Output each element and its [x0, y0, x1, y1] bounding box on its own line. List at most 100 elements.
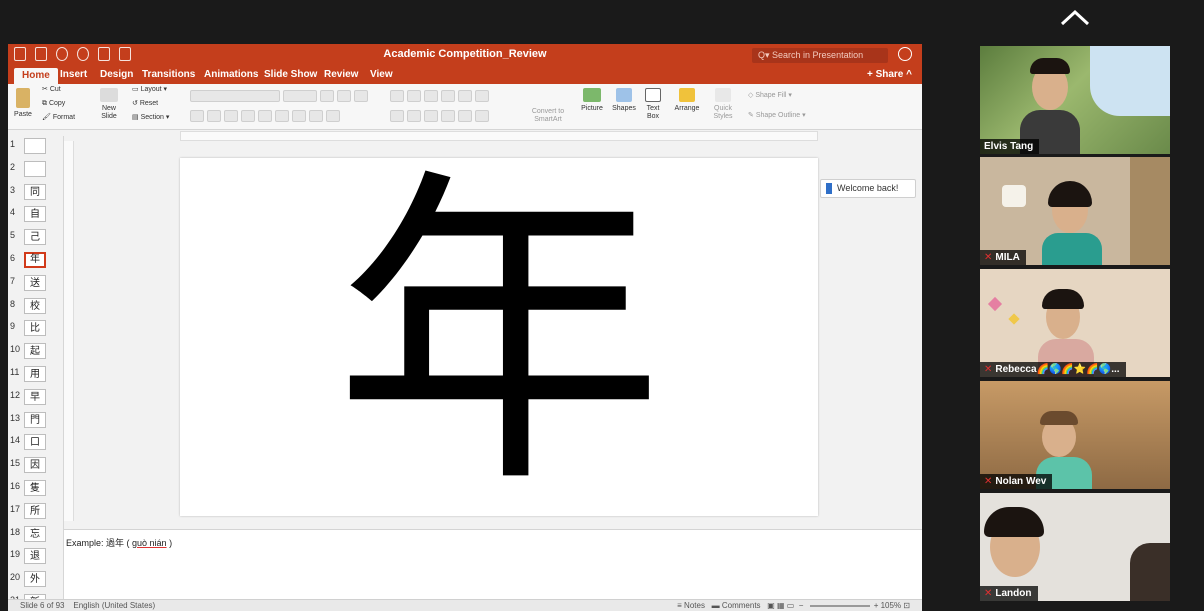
picture-button[interactable]: Picture: [578, 88, 606, 113]
font-color-icon[interactable]: [326, 110, 340, 122]
indent-increase-icon[interactable]: [441, 90, 455, 102]
align-text-icon[interactable]: [475, 110, 489, 122]
convert-smartart-button[interactable]: Convert to SmartArt: [528, 108, 568, 124]
tab-slide-show[interactable]: Slide Show: [264, 69, 317, 80]
slide-number: 12: [10, 389, 21, 400]
slide-thumbnail[interactable]: 2: [8, 159, 64, 181]
slide-thumbnail-character: [24, 160, 46, 177]
paste-button[interactable]: Paste: [12, 88, 34, 119]
slide-thumbnail-character: 忘: [24, 525, 46, 542]
share-button[interactable]: + Share ^: [867, 69, 912, 80]
cut-button[interactable]: ✂ Cut: [42, 86, 61, 94]
slide-thumbnail[interactable]: 20 外: [8, 569, 64, 591]
text-box-label: Text Box: [646, 105, 660, 120]
justify-icon[interactable]: [441, 110, 455, 122]
subscript-icon[interactable]: [275, 110, 289, 122]
zoom-slider[interactable]: [809, 604, 870, 607]
format-painter-button[interactable]: 🖌 Format: [42, 114, 75, 122]
slide-thumbnail[interactable]: 15 因: [8, 455, 64, 477]
tab-transitions[interactable]: Transitions: [142, 69, 195, 80]
increase-font-icon[interactable]: [320, 90, 334, 102]
slide-thumbnail[interactable]: 8校: [8, 296, 64, 318]
smiley-feedback-icon[interactable]: [898, 47, 912, 61]
video-panel-4[interactable]: ✕ Nolan Wev: [980, 381, 1170, 489]
columns-icon[interactable]: [475, 90, 489, 102]
font-name-select[interactable]: [190, 90, 280, 102]
slide-thumbnail[interactable]: 16 隻: [8, 478, 64, 500]
slide-thumbnail-character: 外: [24, 571, 46, 588]
new-slide-button[interactable]: New Slide: [96, 88, 122, 121]
comments-toggle-button[interactable]: ▬ Comments: [712, 601, 761, 610]
video-panel-1[interactable]: Elvis Tang: [980, 46, 1170, 154]
superscript-icon[interactable]: [258, 110, 272, 122]
shape-outline-button[interactable]: ✎ Shape Outline ▾: [748, 112, 806, 120]
shape-fill-button[interactable]: ◇ Shape Fill ▾: [748, 92, 792, 100]
quick-styles-label: Quick Styles: [713, 105, 733, 120]
slide-thumbnail[interactable]: 13 門: [8, 410, 64, 432]
slide-thumbnail[interactable]: 18 忘: [8, 524, 64, 546]
bullets-icon[interactable]: [390, 90, 404, 102]
slide-character[interactable]: 年: [180, 160, 818, 510]
slide-thumbnail[interactable]: 1: [8, 136, 64, 158]
underline-icon[interactable]: [224, 110, 238, 122]
tab-review[interactable]: Review: [324, 69, 358, 80]
change-case-icon[interactable]: [309, 110, 323, 122]
strikethrough-icon[interactable]: [241, 110, 255, 122]
text-box-button[interactable]: Text Box: [642, 88, 664, 121]
text-direction-icon[interactable]: [458, 110, 472, 122]
slide-thumbnail[interactable]: 7送: [8, 273, 64, 295]
participant-name-label: Rebecca🌈🌎🌈⭐🌈🌎...: [995, 364, 1120, 375]
slide-thumbnail[interactable]: 11 用: [8, 364, 64, 386]
shape-outline-label: Shape Outline: [755, 112, 801, 119]
slide-thumbnail[interactable]: 19 退: [8, 546, 64, 568]
slide-thumbnail-character: 起: [24, 343, 46, 360]
welcome-back-bookmark[interactable]: Welcome back!: [820, 179, 916, 198]
search-input[interactable]: Q▾ Search in Presentation: [752, 48, 888, 63]
participant-name: ✕ MILA: [980, 250, 1026, 265]
align-center-icon[interactable]: [407, 110, 421, 122]
notes-pane[interactable]: Example: 過年 ( guò nián ): [64, 529, 922, 599]
slide-thumbnail[interactable]: 6年: [8, 250, 64, 272]
alignment-controls: [390, 110, 489, 122]
tab-design[interactable]: Design: [100, 69, 133, 80]
video-panel-2[interactable]: ✕ MILA: [980, 157, 1170, 265]
collapse-caret-icon[interactable]: [1058, 6, 1092, 28]
tab-view[interactable]: View: [370, 69, 393, 80]
tab-animations[interactable]: Animations: [204, 69, 258, 80]
video-panel-5[interactable]: ✕ Landon: [980, 493, 1170, 601]
quick-styles-button[interactable]: Quick Styles: [708, 88, 738, 121]
tab-insert[interactable]: Insert: [60, 69, 87, 80]
slide-thumbnail[interactable]: 14 口: [8, 432, 64, 454]
line-spacing-icon[interactable]: [458, 90, 472, 102]
align-left-icon[interactable]: [390, 110, 404, 122]
slide-thumbnail[interactable]: 9比: [8, 318, 64, 340]
current-slide[interactable]: 年: [180, 158, 818, 516]
participant-name-label: Nolan Wev: [995, 476, 1047, 487]
slide-thumbnail-character: 己: [24, 229, 46, 246]
section-button[interactable]: ▤ Section ▾: [132, 114, 169, 122]
shapes-button[interactable]: Shapes: [610, 88, 638, 113]
slide-thumbnail[interactable]: 12 早: [8, 387, 64, 409]
copy-button[interactable]: ⧉ Copy: [42, 100, 65, 108]
font-size-select[interactable]: [283, 90, 317, 102]
clear-format-icon[interactable]: [354, 90, 368, 102]
italic-icon[interactable]: [207, 110, 221, 122]
tab-home[interactable]: Home: [14, 68, 58, 84]
slide-thumbnail[interactable]: 17 所: [8, 501, 64, 523]
notes-toggle-button[interactable]: ≡ Notes: [677, 601, 705, 610]
char-spacing-icon[interactable]: [292, 110, 306, 122]
reset-button[interactable]: ↺ Reset: [132, 100, 158, 108]
align-right-icon[interactable]: [424, 110, 438, 122]
language-indicator[interactable]: English (United States): [73, 601, 155, 610]
layout-button[interactable]: ▭ Layout ▾: [132, 86, 167, 94]
slide-thumbnail[interactable]: 4自: [8, 204, 64, 226]
numbering-icon[interactable]: [407, 90, 421, 102]
video-panel-3[interactable]: ✕ Rebecca🌈🌎🌈⭐🌈🌎...: [980, 269, 1170, 377]
bold-icon[interactable]: [190, 110, 204, 122]
indent-decrease-icon[interactable]: [424, 90, 438, 102]
slide-thumbnail[interactable]: 5己: [8, 227, 64, 249]
decrease-font-icon[interactable]: [337, 90, 351, 102]
arrange-button[interactable]: Arrange: [672, 88, 702, 113]
slide-thumbnail[interactable]: 3同: [8, 182, 64, 204]
slide-thumbnail[interactable]: 10 起: [8, 341, 64, 363]
